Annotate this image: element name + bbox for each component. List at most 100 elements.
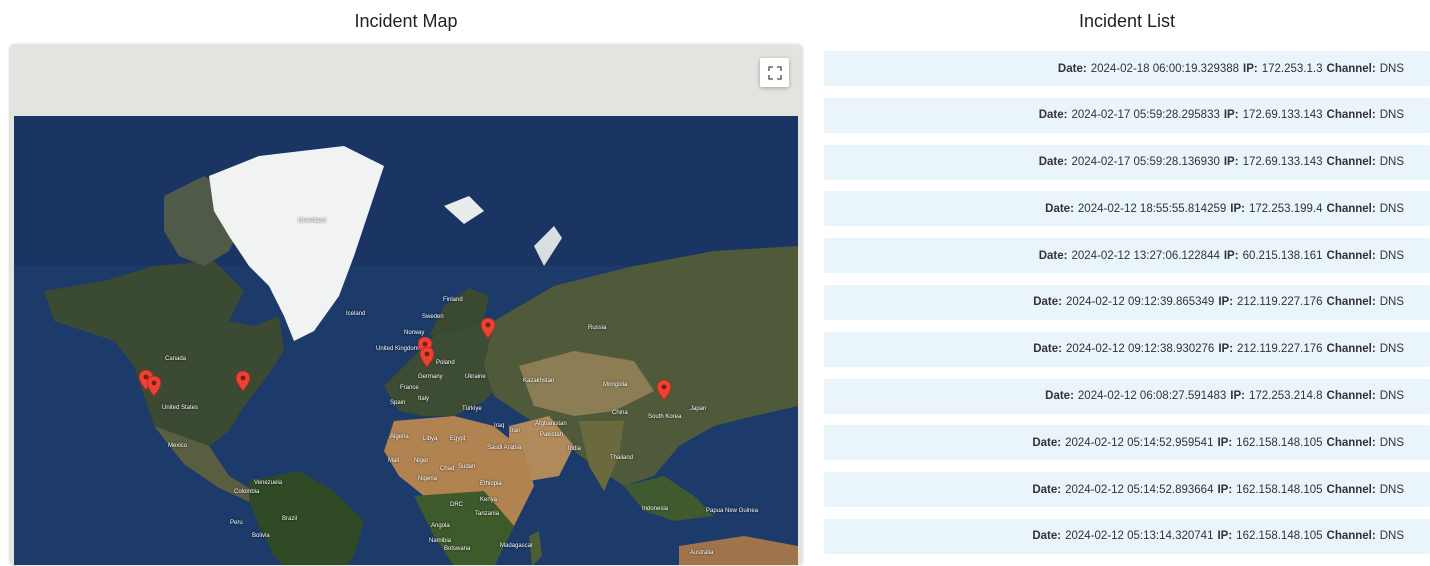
ip-value: 162.158.148.105 <box>1236 530 1323 543</box>
date-label: Date: <box>1032 483 1062 496</box>
map-label-venezuela: Venezuela <box>254 480 283 486</box>
ip-value: 172.253.214.8 <box>1248 390 1323 403</box>
map-label-iraq: Iraq <box>494 423 505 429</box>
map-label-drc: DRC <box>450 502 463 508</box>
map-label-colombia: Colombia <box>234 489 260 495</box>
map-label-indonesia: Indonesia <box>642 506 669 512</box>
map-label-egypt: Egypt <box>450 436 466 442</box>
map-label-sweden: Sweden <box>422 314 444 320</box>
ip-label: IP: <box>1217 530 1233 543</box>
map-label-nigeria: Nigeria <box>418 476 438 482</box>
map-label-mali: Mali <box>388 458 400 464</box>
ip-label: IP: <box>1218 343 1234 356</box>
date-value: 2024-02-12 18:55:55.814259 <box>1077 202 1227 215</box>
map-label-madagascar: Madagascar <box>500 543 534 549</box>
date-label: Date: <box>1057 62 1087 75</box>
map-title: Incident Map <box>354 11 458 31</box>
channel-label: Channel: <box>1326 530 1376 543</box>
map-label-ethiopia: Ethiopia <box>480 481 502 487</box>
incident-row[interactable]: Date: 2024-02-12 05:14:52.893664 IP: 162.15… <box>824 472 1430 508</box>
map-label-ukraine: Ukraine <box>465 374 486 380</box>
ip-value: 162.158.148.105 <box>1236 483 1323 496</box>
date-label: Date: <box>1032 530 1062 543</box>
incident-row[interactable]: Date: 2024-02-12 05:13:14.320741 IP: 162.15… <box>824 518 1430 554</box>
satellite-map[interactable] <box>14 116 798 565</box>
map-pin-icon[interactable] <box>481 318 495 338</box>
channel-value: DNS <box>1379 296 1404 309</box>
date-value: 2024-02-12 09:12:39.865349 <box>1065 296 1215 309</box>
ip-label: IP: <box>1218 296 1234 309</box>
channel-label: Channel: <box>1326 483 1376 496</box>
map-pin-icon[interactable] <box>147 376 161 396</box>
date-value: 2024-02-12 09:12:38.930276 <box>1065 343 1215 356</box>
date-label: Date: <box>1045 202 1074 215</box>
incident-row[interactable]: Date: 2024-02-17 05:59:28.295833 IP: 172.69… <box>824 97 1430 133</box>
date-value: 2024-02-12 06:08:27.591483 <box>1077 390 1227 403</box>
channel-label: Channel: <box>1326 343 1376 356</box>
ip-value: 172.69.133.143 <box>1242 156 1323 169</box>
ip-value: 60.215.138.161 <box>1242 249 1323 262</box>
map-label-germany: Germany <box>418 374 443 380</box>
channel-value: DNS <box>1379 109 1404 122</box>
incident-row[interactable]: Date: 2024-02-18 06:00:19.329388 IP: 172.25… <box>824 51 1430 86</box>
date-value: 2024-02-17 05:59:28.295833 <box>1071 109 1220 122</box>
date-value: 2024-02-12 05:14:52.893664 <box>1065 483 1214 496</box>
map-label-saudi-arabia: Saudi Arabia <box>487 445 522 451</box>
map-label-greenland: Greenland <box>298 218 327 224</box>
map-label-turkiye: Türkiye <box>462 406 482 412</box>
map-pin-icon[interactable] <box>657 380 671 400</box>
map-label-pakistan: Pakistan <box>540 432 564 438</box>
channel-value: DNS <box>1379 530 1404 543</box>
date-value: 2024-02-12 05:14:52.959541 <box>1065 436 1214 449</box>
ip-label: IP: <box>1223 109 1239 122</box>
map-label-peru: Peru <box>230 520 243 526</box>
date-label: Date: <box>1033 343 1062 356</box>
map-label-india: India <box>568 446 582 452</box>
map-label-united-states: United States <box>162 405 199 411</box>
map-label-mongolia: Mongolia <box>603 382 628 388</box>
map-label-italy: Italy <box>418 396 430 402</box>
incident-row[interactable]: Date: 2024-02-12 06:08:27.591483 IP: 172.25… <box>824 378 1430 414</box>
date-label: Date: <box>1033 296 1062 309</box>
incident-row[interactable]: Date: 2024-02-12 09:12:39.865349 IP: 212.11… <box>824 284 1430 320</box>
ip-label: IP: <box>1217 483 1233 496</box>
incident-row[interactable]: Date: 2024-02-12 05:14:52.959541 IP: 162.15… <box>824 425 1430 461</box>
map-label-iceland: Iceland <box>346 311 366 317</box>
map-label-norway: Norway <box>404 330 425 336</box>
map-label-botswana: Botswana <box>444 546 471 552</box>
map-label-japan: Japan <box>690 406 707 412</box>
fullscreen-button[interactable] <box>760 58 789 87</box>
arctic-ocean <box>14 116 798 266</box>
channel-value: DNS <box>1379 62 1404 75</box>
map-label-australia: Australia <box>690 550 714 556</box>
ip-value: 172.69.133.143 <box>1242 109 1323 122</box>
date-value: 2024-02-17 05:59:28.136930 <box>1071 156 1220 169</box>
ip-label: IP: <box>1223 249 1239 262</box>
map-pin-icon[interactable] <box>236 371 250 391</box>
date-value: 2024-02-12 13:27:06.122844 <box>1071 249 1220 262</box>
ip-value: 172.253.199.4 <box>1248 202 1323 215</box>
channel-label: Channel: <box>1326 436 1376 449</box>
date-value: 2024-02-18 06:00:19.329388 <box>1090 62 1240 75</box>
channel-value: DNS <box>1379 343 1404 356</box>
ip-value: 172.253.1.3 <box>1261 62 1323 75</box>
map-label-bolivia: Bolivia <box>252 533 270 539</box>
incident-row[interactable]: Date: 2024-02-17 05:59:28.136930 IP: 172.69… <box>824 144 1430 180</box>
channel-label: Channel: <box>1326 202 1376 215</box>
map-label-canada: Canada <box>165 356 187 362</box>
channel-label: Channel: <box>1326 390 1376 403</box>
incident-map[interactable]: Greenland Iceland Finland Sweden Norway Russi… <box>10 45 802 565</box>
date-label: Date: <box>1038 109 1068 122</box>
incident-row[interactable]: Date: 2024-02-12 09:12:38.930276 IP: 212.11… <box>824 331 1430 367</box>
channel-label: Channel: <box>1326 62 1376 75</box>
incident-row[interactable]: Date: 2024-02-12 18:55:55.814259 IP: 172.25… <box>824 191 1430 227</box>
map-label-kazakhstan: Kazakhstan <box>523 378 555 384</box>
incident-row[interactable]: Date: 2024-02-12 13:27:06.122844 IP: 60.215… <box>824 238 1430 274</box>
channel-value: DNS <box>1379 156 1404 169</box>
map-pin-icon[interactable] <box>420 347 434 367</box>
map-label-russia: Russia <box>588 325 607 331</box>
channel-value: DNS <box>1379 483 1404 496</box>
channel-value: DNS <box>1379 390 1404 403</box>
map-label-finland: Finland <box>443 297 463 303</box>
map-label-afghanistan: Afghanistan <box>535 421 567 427</box>
